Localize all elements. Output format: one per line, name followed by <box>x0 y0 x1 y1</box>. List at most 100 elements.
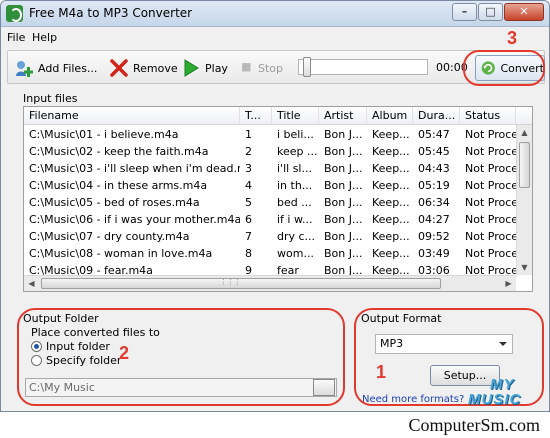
table-cell: C:\Music\01 - i believe.m4a <box>29 128 179 141</box>
table-cell: 6 <box>245 213 252 226</box>
stop-icon <box>242 63 251 72</box>
table-cell: 4 <box>245 179 252 192</box>
add-files-button[interactable]: Add Files... <box>14 56 97 80</box>
table-row[interactable]: C:\Music\03 - i'll sleep when i'm dead.m… <box>24 160 516 177</box>
horizontal-scroll-thumb[interactable] <box>41 278 441 289</box>
table-cell: 06:34 <box>418 196 450 209</box>
maximize-button[interactable]: □ <box>478 3 503 21</box>
window-title: Free M4a to MP3 Converter <box>29 6 193 20</box>
table-cell: Not Proces <box>465 162 516 175</box>
table-cell: C:\Music\07 - dry county.m4a <box>29 230 190 243</box>
table-cell: C:\Music\04 - in these arms.m4a <box>29 179 208 192</box>
table-row[interactable]: C:\Music\02 - keep the faith.m4a 2 keep ..… <box>24 143 516 160</box>
table-row[interactable]: C:\Music\04 - in these arms.m4a 4 in th...… <box>24 177 516 194</box>
table-cell: 7 <box>245 230 252 243</box>
play-icon <box>184 59 199 77</box>
annotation-number-2: 2 <box>119 343 130 363</box>
annotation-number-1: 1 <box>376 362 387 382</box>
stop-button[interactable]: Stop <box>240 56 283 80</box>
table-cell: 09:52 <box>418 230 450 243</box>
stop-label: Stop <box>258 61 284 75</box>
table-cell: Bon J... <box>324 213 363 226</box>
table-row[interactable]: C:\Music\08 - woman in love.m4a 8 wom... Bo… <box>24 245 516 262</box>
table-cell: Not Proces <box>465 145 516 158</box>
menu-bar: File Help <box>1 28 549 48</box>
table-cell: C:\Music\03 - i'll sleep when i'm dead.m… <box>29 162 240 175</box>
add-files-icon <box>16 61 33 77</box>
add-files-label: Add Files... <box>38 61 98 75</box>
col-filename[interactable]: Filename <box>24 107 240 125</box>
table-cell: 04:43 <box>418 162 450 175</box>
table-cell: wom... <box>277 247 314 260</box>
footer: ComputerSm.com <box>0 412 550 438</box>
table-cell: C:\Music\02 - keep the faith.m4a <box>29 145 209 158</box>
play-button[interactable]: Play <box>181 56 228 80</box>
table-cell: Bon J... <box>324 179 363 192</box>
close-button[interactable]: ✕ <box>504 3 544 21</box>
vertical-scrollbar[interactable]: ▲ ▼ <box>516 125 532 275</box>
table-row[interactable]: C:\Music\05 - bed of roses.m4a 5 bed ... Bo… <box>24 194 516 211</box>
app-icon <box>6 5 23 22</box>
table-cell: if i w... <box>277 213 313 226</box>
annotation-ring-convert <box>463 50 545 86</box>
table-cell: dry c... <box>277 230 316 243</box>
remove-button[interactable]: Remove <box>109 56 178 80</box>
table-cell: 3 <box>245 162 252 175</box>
table-cell: Keep... <box>372 230 410 243</box>
input-files-list[interactable]: Filename T... Title Artist Album Dura...… <box>23 106 533 292</box>
scroll-down-icon[interactable]: ▼ <box>517 260 532 275</box>
table-cell: Keep... <box>372 247 410 260</box>
table-cell: i beli... <box>277 128 314 141</box>
table-cell: Keep... <box>372 162 410 175</box>
table-cell: Keep... <box>372 213 410 226</box>
scroll-up-icon[interactable]: ▲ <box>517 125 532 140</box>
minimize-icon: – <box>461 5 468 18</box>
table-cell: Not Proces <box>465 128 516 141</box>
col-status[interactable]: Status <box>460 107 516 125</box>
table-row[interactable]: C:\Music\07 - dry county.m4a 7 dry c... Bon… <box>24 228 516 245</box>
table-cell: C:\Music\05 - bed of roses.m4a <box>29 196 200 209</box>
table-cell: 03:49 <box>418 247 450 260</box>
watermark-line2: MUSIC <box>468 391 522 408</box>
seek-bar[interactable] <box>298 57 428 77</box>
menu-help[interactable]: Help <box>32 31 57 44</box>
table-cell: Not Proces <box>465 196 516 209</box>
table-cell: 2 <box>245 145 252 158</box>
play-label: Play <box>205 61 228 75</box>
table-cell: in th... <box>277 179 313 192</box>
my-music-watermark: MY MUSIC <box>432 376 542 410</box>
table-cell: Keep... <box>372 145 410 158</box>
table-cell: Keep... <box>372 196 410 209</box>
close-icon: ✕ <box>519 5 529 18</box>
annotation-ring-output-folder <box>17 308 345 406</box>
site-watermark: ComputerSm.com <box>408 415 541 435</box>
input-files-label: Input files <box>23 92 78 105</box>
table-row[interactable]: C:\Music\06 - if i was your mother.m4a 6 i… <box>24 211 516 228</box>
maximize-icon: □ <box>485 5 496 18</box>
col-album[interactable]: Album <box>367 107 413 125</box>
scroll-right-icon[interactable]: ▶ <box>501 276 516 291</box>
seek-thumb[interactable] <box>303 57 311 77</box>
table-cell: Not Proces <box>465 213 516 226</box>
table-cell: 05:47 <box>418 128 450 141</box>
vertical-scroll-thumb[interactable] <box>519 142 530 188</box>
scroll-left-icon[interactable]: ◀ <box>24 276 39 291</box>
col-artist[interactable]: Artist <box>319 107 367 125</box>
annotation-number-3: 3 <box>507 28 518 48</box>
table-cell: Not Proces <box>465 179 516 192</box>
table-cell: Keep... <box>372 179 410 192</box>
table-row[interactable]: C:\Music\01 - i believe.m4a 1 i beli... Bon… <box>24 126 516 143</box>
table-cell: bed ... <box>277 196 312 209</box>
table-cell: Bon J... <box>324 162 363 175</box>
minimize-button[interactable]: – <box>452 3 477 21</box>
col-duration[interactable]: Dura... <box>413 107 460 125</box>
table-cell: Not Proces <box>465 230 516 243</box>
menu-file[interactable]: File <box>7 31 25 44</box>
app-window: Free M4a to MP3 Converter – □ ✕ File Hel… <box>0 0 550 412</box>
table-cell: Bon J... <box>324 247 363 260</box>
col-title[interactable]: Title <box>272 107 319 125</box>
horizontal-scrollbar[interactable]: ◀ ⋮⋮⋮ ▶ <box>24 275 516 291</box>
title-bar: Free M4a to MP3 Converter – □ ✕ <box>1 1 549 27</box>
list-header: Filename T... Title Artist Album Dura...… <box>24 107 532 125</box>
col-track[interactable]: T... <box>240 107 272 125</box>
